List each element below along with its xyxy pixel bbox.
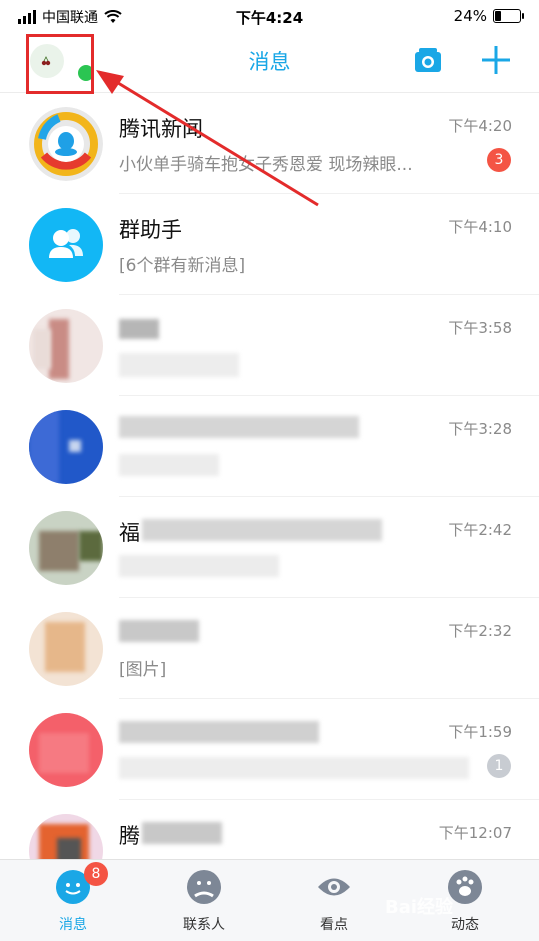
battery-group: 24% — [453, 7, 524, 25]
contact-avatar — [29, 309, 103, 383]
camera-button[interactable] — [415, 48, 441, 72]
unread-badge: 1 — [487, 754, 511, 778]
tab-discover[interactable]: 看点 — [284, 870, 384, 934]
obscured-message — [119, 454, 219, 476]
chat-row[interactable]: 腾 下午12:07 — [0, 800, 539, 859]
watermark-logo: Bai经验 — [385, 897, 454, 918]
chat-name: 群助手 — [119, 218, 182, 242]
obscured-message — [119, 757, 469, 779]
chat-name: 福 — [119, 521, 140, 545]
status-bar: 中国联通 下午4:24 24% — [0, 0, 539, 34]
contacts-icon — [187, 870, 221, 904]
chat-row[interactable]: 下午1:59 1 — [0, 699, 539, 800]
obscured-name — [142, 822, 222, 844]
battery-percent: 24% — [453, 7, 487, 25]
chat-time: 下午12:07 — [438, 824, 512, 842]
tab-unread-badge: 8 — [84, 862, 108, 886]
obscured-message — [119, 555, 279, 577]
chat-row[interactable]: [图片] 下午2:32 — [0, 598, 539, 699]
chat-time: 下午1:59 — [448, 723, 512, 741]
chat-row[interactable]: 下午3:58 — [0, 295, 539, 396]
contact-avatar — [29, 612, 103, 686]
tab-label: 看点 — [320, 917, 348, 933]
contact-avatar — [29, 511, 103, 585]
obscured-name — [142, 519, 382, 541]
chat-message: 小伙单手骑车抱女子秀恩爱 现场辣眼... — [119, 155, 413, 175]
tab-contacts[interactable]: 联系人 — [154, 870, 254, 934]
chat-name: 腾讯新闻 — [119, 117, 203, 141]
tab-messages[interactable]: 8 消息 — [23, 862, 123, 934]
battery-icon — [493, 9, 524, 23]
chat-list[interactable]: 腾讯新闻 小伙单手骑车抱女子秀恩爱 现场辣眼... 下午4:20 3 群助手 [… — [0, 93, 539, 859]
tencent-news-avatar — [29, 107, 103, 181]
group-assistant-avatar — [29, 208, 103, 282]
obscured-name — [119, 721, 319, 743]
chat-time: 下午3:58 — [448, 319, 512, 337]
group-people-icon — [49, 229, 83, 258]
contact-avatar — [29, 814, 103, 859]
chat-message: [图片] — [119, 660, 167, 680]
obscured-message — [119, 353, 239, 377]
add-button[interactable] — [482, 46, 510, 74]
chat-row-tencent-news[interactable]: 腾讯新闻 小伙单手骑车抱女子秀恩爱 现场辣眼... 下午4:20 3 — [0, 93, 539, 194]
obscured-name — [119, 416, 359, 438]
messages-icon: 8 — [56, 862, 108, 904]
chat-time: 下午2:42 — [448, 521, 512, 539]
tab-bar: 8 消息 联系人 看点 动态 — [0, 859, 539, 941]
page-title: 消息 — [248, 50, 291, 74]
contact-avatar — [29, 410, 103, 484]
chat-time: 下午2:32 — [448, 622, 512, 640]
eye-icon — [317, 870, 351, 904]
chat-time: 下午4:20 — [448, 117, 512, 135]
paw-icon — [448, 870, 482, 904]
chat-row-group-assistant[interactable]: 群助手 [6个群有新消息] 下午4:10 — [0, 194, 539, 295]
obscured-name — [119, 319, 159, 339]
chat-name: 腾 — [119, 824, 140, 848]
contact-avatar — [29, 713, 103, 787]
chat-time: 下午4:10 — [448, 218, 512, 236]
header: 消息 — [0, 34, 539, 94]
chat-message: [6个群有新消息] — [119, 256, 246, 276]
chat-row[interactable]: 下午3:28 — [0, 396, 539, 497]
obscured-name — [119, 620, 199, 642]
tab-label: 联系人 — [183, 917, 225, 933]
unread-badge: 3 — [487, 148, 511, 172]
chat-row[interactable]: 福 下午2:42 — [0, 497, 539, 598]
tab-label: 消息 — [59, 917, 87, 933]
chat-time: 下午3:28 — [448, 420, 512, 438]
